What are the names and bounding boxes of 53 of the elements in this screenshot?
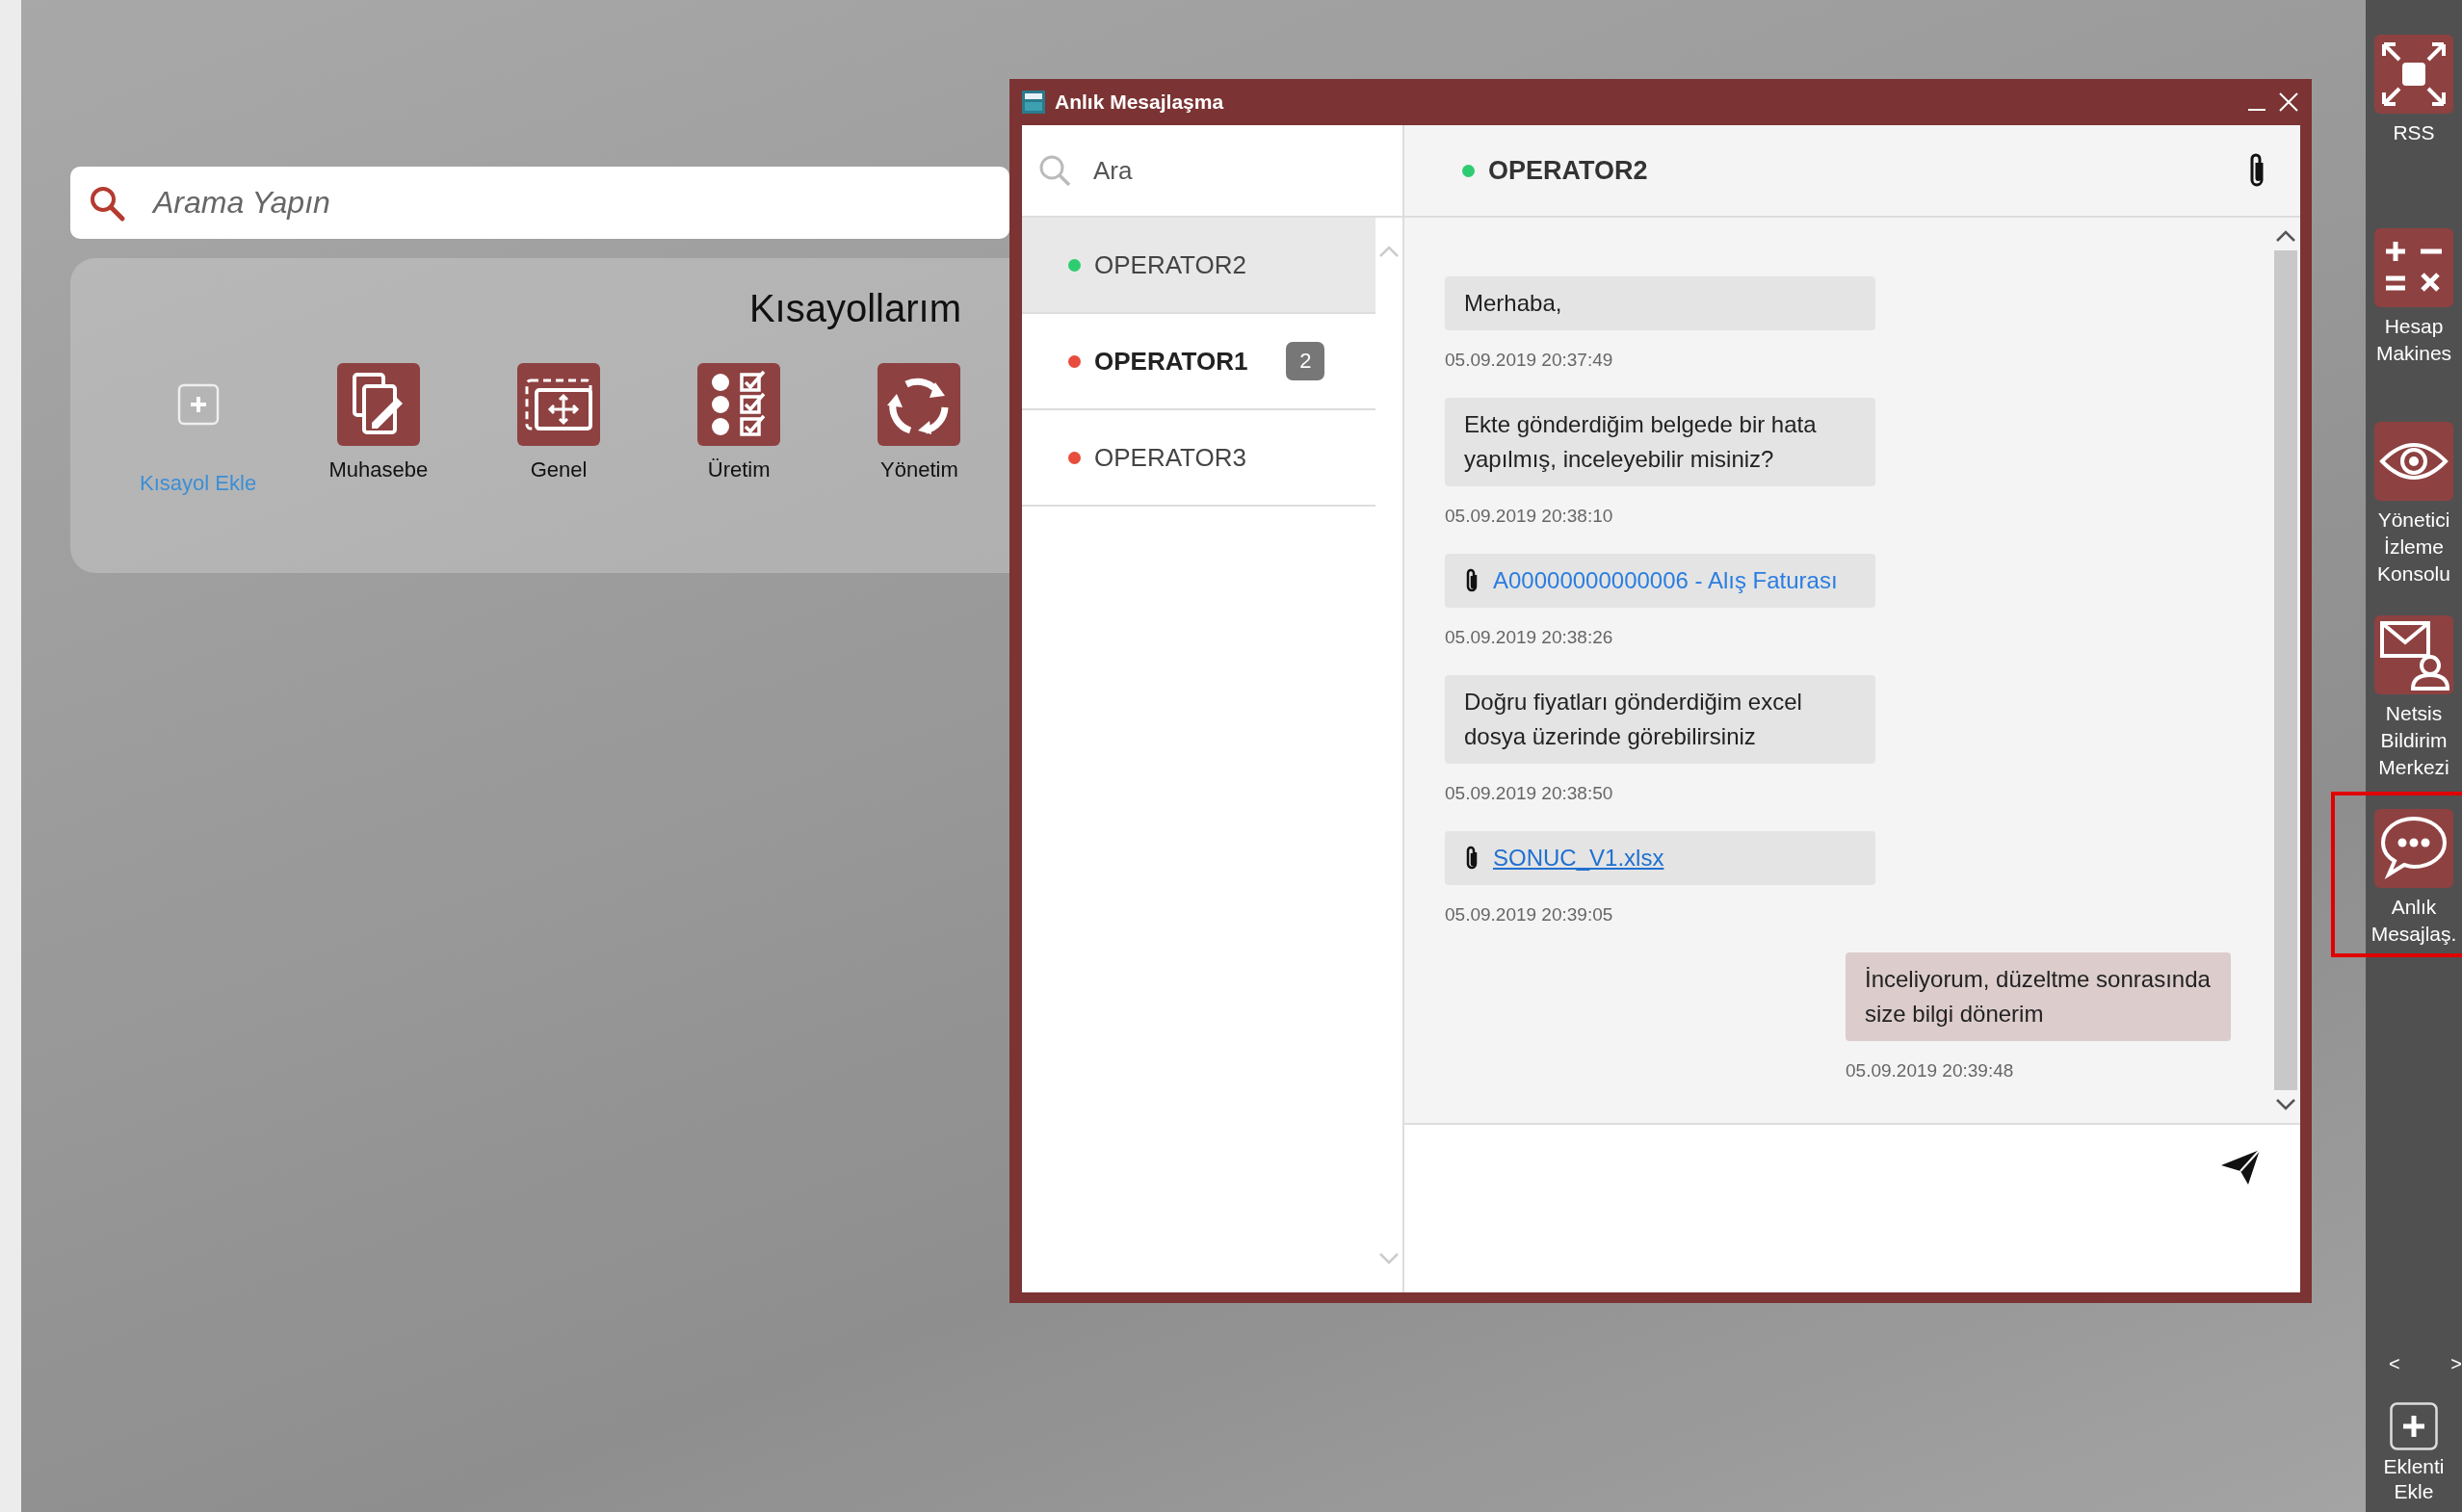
message-time: 05.09.2019 20:39:48 — [1846, 1060, 2014, 1082]
message-time: 05.09.2019 20:38:50 — [1445, 783, 1613, 804]
attachment-link[interactable]: SONUC_V1.xlsx — [1493, 841, 1664, 875]
search-placeholder: Arama Yapın — [153, 185, 330, 221]
scroll-up-icon[interactable] — [2275, 229, 2296, 243]
shortcut-label: Yönetim — [880, 457, 958, 482]
message-time: 05.09.2019 20:39:05 — [1445, 904, 1613, 925]
eye-icon[interactable] — [2374, 422, 2453, 501]
paperclip-icon — [1464, 567, 1480, 594]
chat-bubble-icon[interactable] — [2374, 809, 2453, 888]
expand-icon[interactable] — [2374, 35, 2453, 114]
contact-name: OPERATOR3 — [1094, 442, 1246, 473]
add-extension-icon[interactable] — [2390, 1402, 2438, 1450]
message-bubble: Ekte gönderdiğim belgede bir hata yapılmış, inceleyebilir misiniz? — [1445, 398, 1875, 486]
add-extension-label: Eklenti Ekle — [2382, 1454, 2446, 1504]
shortcuts-title: Kısayollarım — [748, 287, 961, 330]
message-time: 05.09.2019 20:38:26 — [1445, 627, 1613, 648]
message-bubble: İnceliyorum, düzeltme sonrasında size bilgi dönerim — [1846, 952, 2231, 1041]
sidebar-label: Netsis Bildirim Merkezi — [2377, 701, 2450, 780]
scroll-down-icon[interactable] — [2275, 1098, 2296, 1111]
mail-person-icon[interactable] — [2374, 615, 2453, 694]
window-title: Anlık Mesajlaşma — [1055, 91, 1224, 114]
calculator-icon[interactable] — [2374, 228, 2453, 307]
contact-item[interactable]: OPERATOR2 — [1022, 218, 1375, 314]
previous-button[interactable]: < — [2389, 1353, 2400, 1375]
app-icon — [1022, 91, 1045, 114]
paperclip-icon — [1464, 845, 1480, 872]
message-bubble: Doğru fiyatları gönderdiğim excel dosya üzerinde görebilirsiniz — [1445, 675, 1875, 764]
contact-name: OPERATOR1 — [1094, 346, 1248, 377]
move-frame-icon[interactable] — [517, 363, 600, 446]
sidebar-label: Anlık Mesajlaş. — [2370, 895, 2458, 947]
search-icon — [1037, 153, 1072, 188]
message-bubble: Merhaba, — [1445, 276, 1875, 330]
sidebar-label: Hesap Makines — [2374, 314, 2453, 366]
sidebar-label: RSS — [2393, 120, 2435, 145]
send-icon[interactable] — [2219, 1148, 2262, 1186]
contact-name: OPERATOR2 — [1094, 249, 1246, 280]
message-time: 05.09.2019 20:38:10 — [1445, 506, 1613, 527]
search-field[interactable]: Arama Yapın — [70, 167, 1009, 239]
shortcut-label: Üretim — [707, 457, 771, 482]
sidebar-label: Yönetici İzleme Konsolu — [2376, 508, 2451, 587]
search-placeholder: Ara — [1093, 155, 1133, 186]
close-icon[interactable] — [2277, 91, 2300, 114]
checklist-icon[interactable] — [697, 363, 781, 446]
next-button[interactable]: > — [2450, 1353, 2462, 1375]
message-time: 05.09.2019 20:37:49 — [1445, 350, 1613, 371]
shortcut-label: Genel — [530, 457, 588, 482]
unread-count: 2 — [1286, 342, 1325, 380]
document-pen-icon[interactable] — [336, 363, 420, 446]
shortcut-label: Muhasebe — [328, 457, 429, 482]
recycle-icon[interactable] — [877, 363, 961, 446]
conversation-title: OPERATOR2 — [1488, 155, 1648, 186]
message-input[interactable] — [1404, 1125, 2300, 1292]
